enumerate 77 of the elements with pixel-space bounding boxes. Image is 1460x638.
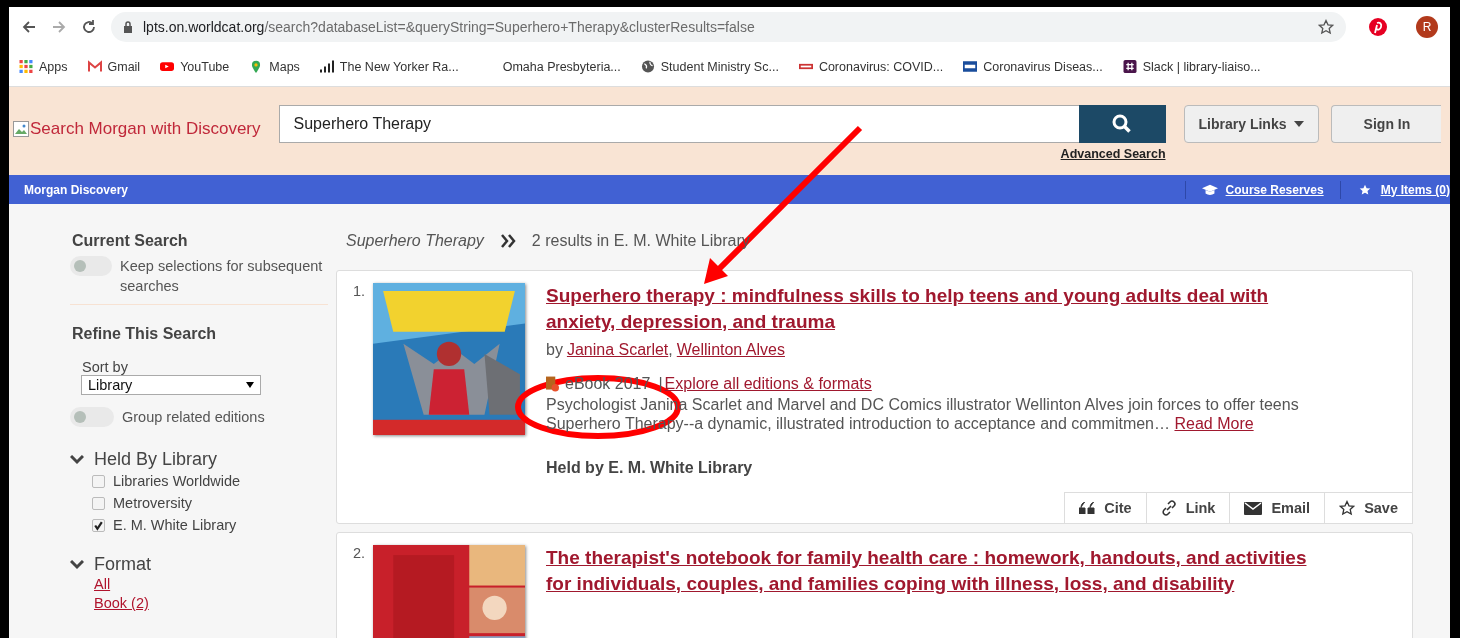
format-link[interactable]: All <box>94 575 328 594</box>
bookmark-item[interactable]: Omaha Presbyteria... <box>502 59 621 74</box>
by-label: by <box>546 341 563 359</box>
double-chevron-icon <box>499 234 516 248</box>
section-heading: Current Search <box>72 232 189 250</box>
checkbox-label: Metroversity <box>113 495 192 511</box>
action-button[interactable]: Save <box>1324 492 1413 524</box>
mail-icon <box>1244 501 1263 515</box>
search-icon <box>1112 114 1133 134</box>
result-title-link[interactable]: The therapist's notebook for family health care : homework, handouts, and activities for individuals, couples, and families coping with illness, loss, and disability <box>546 545 1326 597</box>
profile-avatar[interactable]: R <box>1416 16 1438 38</box>
holding-library: Held by E. M. White Library <box>546 459 754 477</box>
mail-icon <box>87 60 102 73</box>
checkbox[interactable] <box>92 496 105 510</box>
ebook-icon <box>546 376 559 392</box>
bookmark-item[interactable]: The New Yorker Ra... <box>319 59 459 74</box>
sort-label: Sort by <box>82 359 129 375</box>
bookmark-item[interactable]: Coronavirus: COVID... <box>798 59 944 74</box>
checkbox-label: E. M. White Library <box>113 517 237 533</box>
action-button[interactable]: Cite <box>1064 492 1147 524</box>
section-heading: Refine This Search <box>72 325 218 343</box>
format-link[interactable]: Book (2) <box>94 594 328 613</box>
site-title: Morgan Discovery <box>24 182 129 197</box>
hash-icon <box>1122 60 1137 73</box>
toggle-switch[interactable] <box>70 407 114 427</box>
facet-header[interactable]: Held By Library <box>70 449 328 470</box>
library-links-dropdown[interactable]: Library Links <box>1183 105 1320 143</box>
quote-icon <box>1079 502 1096 514</box>
broken-image-icon <box>13 121 29 137</box>
reload-icon[interactable] <box>81 19 97 35</box>
bookmark-item[interactable]: Slack | library-liaiso... <box>1122 59 1261 74</box>
result-number: 2. <box>353 545 367 563</box>
back-icon[interactable] <box>21 19 37 35</box>
pinterest-icon[interactable] <box>1368 17 1388 37</box>
logo-alt-text[interactable]: Search Morgan with Discovery <box>13 119 261 139</box>
checkbox[interactable] <box>92 518 105 532</box>
author-link[interactable]: Janina Scarlet <box>566 341 669 359</box>
bookmark-item[interactable]: Maps <box>249 59 300 74</box>
caret-icon <box>246 382 254 388</box>
play-icon <box>160 60 175 73</box>
author-separator: , <box>668 341 673 359</box>
bookmark-item[interactable]: YouTube <box>160 59 230 74</box>
search-button[interactable] <box>1078 105 1166 143</box>
nav-link[interactable]: My Items (0) <box>1380 182 1450 197</box>
caret-icon <box>1294 121 1305 127</box>
bookmark-item[interactable]: Student Ministry Sc... <box>640 59 779 74</box>
result-title-link[interactable]: Superhero therapy : mindfulness skills to help teens and young adults deal with anxiety, depression, and trauma <box>546 283 1326 335</box>
result-number: 1. <box>353 283 367 301</box>
editions-link[interactable]: Explore all editions & formats <box>664 375 872 393</box>
search-query: Superhero Therapy <box>346 232 484 250</box>
checkbox[interactable] <box>92 474 105 488</box>
author-link[interactable]: Wellinton Alves <box>676 341 785 359</box>
bookmark-item[interactable]: Apps <box>19 59 68 74</box>
nav-link[interactable]: Course Reserves <box>1225 182 1324 197</box>
toggle-switch[interactable] <box>70 256 112 276</box>
toggle-label: Group related editions <box>122 408 265 427</box>
read-more-link[interactable]: Read More <box>1174 415 1254 432</box>
bookmark-item[interactable]: Gmail <box>87 59 141 74</box>
advanced-search-link[interactable]: Advanced Search <box>1060 147 1166 161</box>
graduation-cap-icon <box>1201 183 1218 196</box>
checkbox-label: Libraries Worldwide <box>113 473 241 489</box>
flag-icon <box>963 60 978 73</box>
address-bar[interactable]: lpts.on.worldcat.org/search?databaseList=&queryString=Superhero+Therapy&clusterResults=false <box>111 12 1346 42</box>
search-field[interactable]: Superhero Therapy <box>278 105 1079 143</box>
bookmark-item[interactable]: Coronavirus Diseas... <box>963 59 1103 74</box>
toggle-label: Keep selections for subsequent searches <box>120 257 324 296</box>
bookmark-star-icon[interactable] <box>1318 19 1334 35</box>
separator: | <box>658 375 663 393</box>
sort-dropdown[interactable]: Library <box>81 375 261 395</box>
sign-in-button[interactable]: Sign In <box>1331 105 1442 143</box>
facet-header[interactable]: Format <box>70 554 328 575</box>
star-icon <box>1339 500 1356 516</box>
apps-grid-icon <box>19 60 33 73</box>
globe-icon <box>640 60 655 73</box>
lock-icon <box>123 21 133 33</box>
bar-chart-icon <box>319 60 334 73</box>
link-icon <box>1160 500 1177 516</box>
